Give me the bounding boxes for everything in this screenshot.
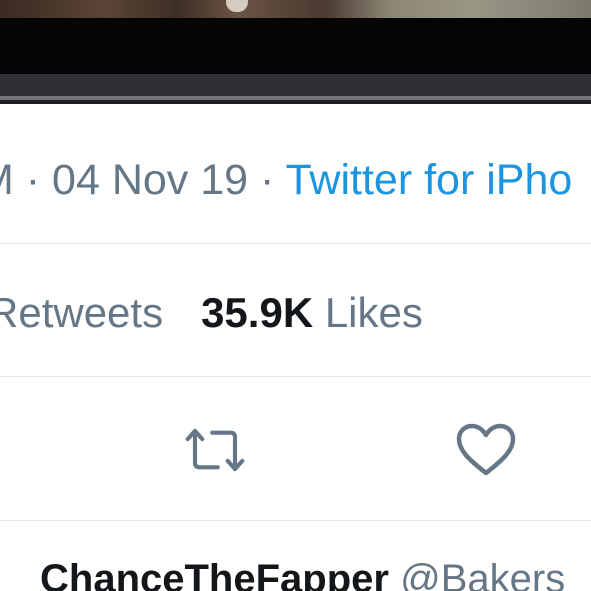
heart-icon: [456, 423, 516, 476]
divider: [0, 520, 591, 521]
tweet-date[interactable]: 04 Nov 19: [52, 156, 248, 204]
tweet-detail-page: M · 04 Nov 19 · Twitter for iPho Retweet…: [0, 0, 591, 591]
retweet-icon: [185, 428, 245, 472]
media-controls-bar: [0, 74, 591, 96]
tweet-meta-line: M · 04 Nov 19 · Twitter for iPho: [0, 150, 591, 210]
likes-stat[interactable]: 35.9K Likes: [201, 289, 423, 336]
tweet-media[interactable]: [0, 0, 591, 104]
divider: [0, 243, 591, 244]
meta-separator: ·: [248, 156, 286, 204]
media-bottom-edge: [0, 100, 591, 104]
tweet-stats: Retweets 35.9K Likes: [0, 283, 591, 343]
meta-separator: ·: [13, 156, 53, 204]
reply-author-name[interactable]: ChanceTheFapper: [40, 557, 389, 591]
reply-author-row[interactable]: ChanceTheFapper @Bakers: [0, 549, 591, 591]
retweets-label: Retweets: [0, 289, 164, 336]
tweet-source-link[interactable]: Twitter for iPho: [286, 156, 573, 204]
likes-count: 35.9K: [201, 289, 314, 336]
likes-label: Likes: [324, 289, 423, 336]
reply-author-handle: @Bakers: [400, 557, 566, 591]
retweet-button[interactable]: [185, 420, 245, 480]
media-photo-highlight: [226, 0, 248, 12]
tweet-time: M: [0, 156, 14, 204]
media-photo-image: [0, 0, 591, 18]
divider: [0, 376, 591, 377]
like-button[interactable]: [456, 420, 516, 480]
retweets-stat[interactable]: Retweets: [0, 289, 163, 336]
